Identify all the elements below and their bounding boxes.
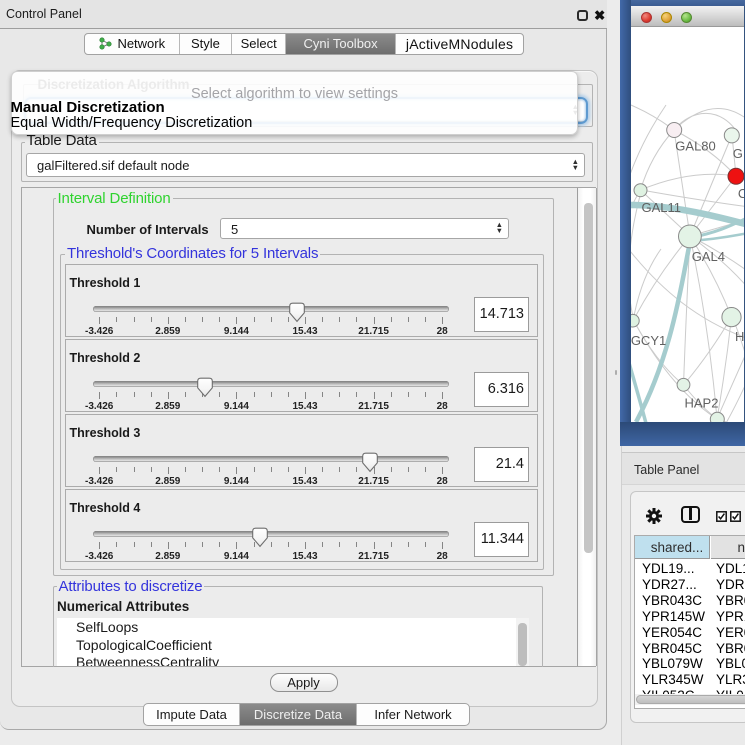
svg-text:GAL80: GAL80 xyxy=(675,139,715,154)
svg-text:G.: G. xyxy=(733,146,744,161)
svg-text:GAL4: GAL4 xyxy=(692,249,725,264)
svg-text:GAL11: GAL11 xyxy=(642,200,682,215)
svg-text:HAP2: HAP2 xyxy=(685,395,719,410)
svg-text:C: C xyxy=(738,186,744,201)
svg-text:H: H xyxy=(735,329,744,344)
svg-text:GCY1: GCY1 xyxy=(631,333,666,348)
